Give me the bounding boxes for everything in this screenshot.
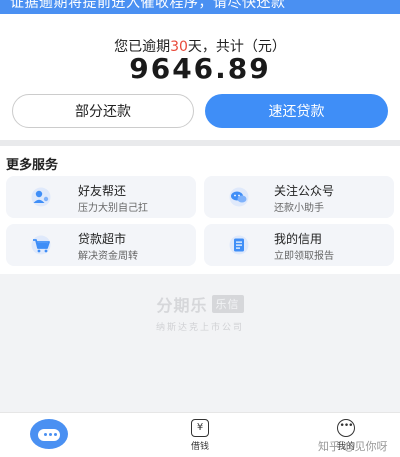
brand-footer: 分期乐 乐信 纳斯达克上市公司 bbox=[0, 292, 400, 333]
brand-subtitle: 纳斯达克上市公司 bbox=[155, 323, 244, 333]
service-tile-official-account[interactable]: 关注公众号 还款小助手 bbox=[204, 176, 394, 218]
service-title: 好友帮还 bbox=[78, 184, 127, 198]
wechat-icon bbox=[229, 187, 249, 207]
service-tile-loan-market[interactable]: 贷款超市 解决资金周转 bbox=[6, 224, 196, 266]
overdue-amount: 9646.89 bbox=[129, 52, 271, 85]
fast-repay-button[interactable]: 速还贷款 bbox=[205, 94, 388, 128]
service-tile-friend-help[interactable]: 好友帮还 压力大别自己扛 bbox=[6, 176, 196, 218]
bubble-dot bbox=[49, 433, 52, 436]
partial-repay-button[interactable]: 部分还款 bbox=[12, 94, 194, 128]
yen-icon: ¥ bbox=[191, 419, 209, 437]
service-subtitle: 还款小助手 bbox=[274, 203, 324, 214]
more-dots-icon: ••• bbox=[337, 419, 355, 437]
nav-home-button[interactable] bbox=[30, 419, 68, 449]
service-subtitle: 立即领取报告 bbox=[274, 251, 334, 262]
service-title: 我的信用 bbox=[274, 232, 323, 246]
brand-logo: 分期乐 乐信 bbox=[156, 292, 244, 316]
more-services-section: 更多服务 好友帮还 压力大别自己扛 关注公众号 还款小助手 贷款超市 解决资金周… bbox=[0, 146, 400, 274]
overdue-notice-banner[interactable]: 证据逾期将提前进入催收程序，请尽快还款 bbox=[0, 0, 400, 14]
service-subtitle: 压力大别自己扛 bbox=[78, 203, 148, 214]
bubble-dot bbox=[44, 433, 47, 436]
friend-help-icon bbox=[31, 187, 51, 207]
cart-icon bbox=[31, 235, 51, 255]
app-screen: 证据逾期将提前进入催收程序，请尽快还款 您已逾期30天，共计（元） 9646.8… bbox=[0, 0, 400, 457]
credit-report-icon bbox=[229, 235, 249, 255]
brand-tag: 乐信 bbox=[211, 295, 244, 313]
service-title: 关注公众号 bbox=[274, 184, 335, 198]
service-tile-my-credit[interactable]: 我的信用 立即领取报告 bbox=[204, 224, 394, 266]
brand-name: 分期乐 bbox=[156, 296, 208, 315]
watermark: 知乎 @见你呀 bbox=[318, 440, 388, 453]
overdue-summary-card: 您已逾期30天，共计（元） 9646.89 部分还款 速还贷款 bbox=[0, 14, 400, 140]
services-title: 更多服务 bbox=[6, 158, 59, 173]
bubble-dot bbox=[54, 433, 57, 436]
nav-borrow-label: 借钱 bbox=[190, 442, 209, 452]
nav-borrow[interactable]: ¥ 借钱 bbox=[180, 419, 220, 455]
service-title: 贷款超市 bbox=[78, 232, 127, 246]
notice-text: 证据逾期将提前进入催收程序，请尽快还款 bbox=[10, 0, 286, 11]
service-subtitle: 解决资金周转 bbox=[78, 251, 138, 262]
